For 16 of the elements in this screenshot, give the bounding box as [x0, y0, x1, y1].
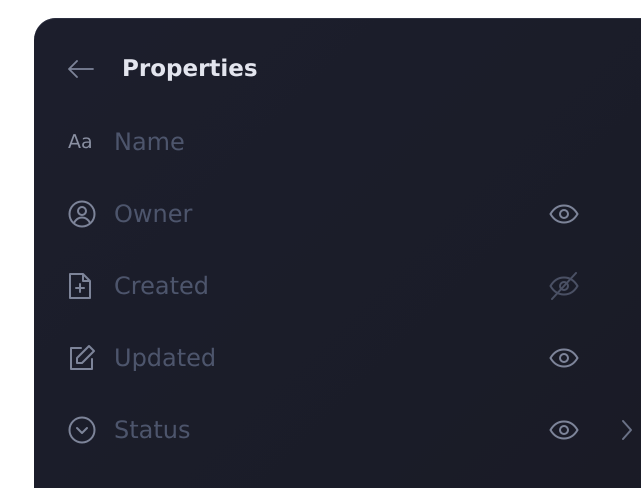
panel-title: Properties	[122, 56, 258, 82]
chevron-circle-icon	[68, 416, 96, 444]
file-plus-icon	[68, 272, 92, 300]
eye-icon[interactable]	[549, 348, 579, 368]
text-format-icon: Aa	[68, 131, 93, 153]
property-label: Name	[114, 128, 186, 156]
back-icon[interactable]	[68, 60, 94, 78]
eye-icon[interactable]	[549, 420, 579, 440]
property-label: Created	[114, 272, 210, 300]
property-label: Updated	[114, 344, 218, 372]
property-label: Owner	[114, 200, 194, 228]
eye-icon[interactable]	[549, 204, 579, 224]
user-circle-icon	[68, 200, 96, 228]
property-label: Status	[114, 416, 192, 444]
chevron-right-icon[interactable]	[621, 419, 633, 441]
pencil-square-icon	[68, 344, 96, 372]
